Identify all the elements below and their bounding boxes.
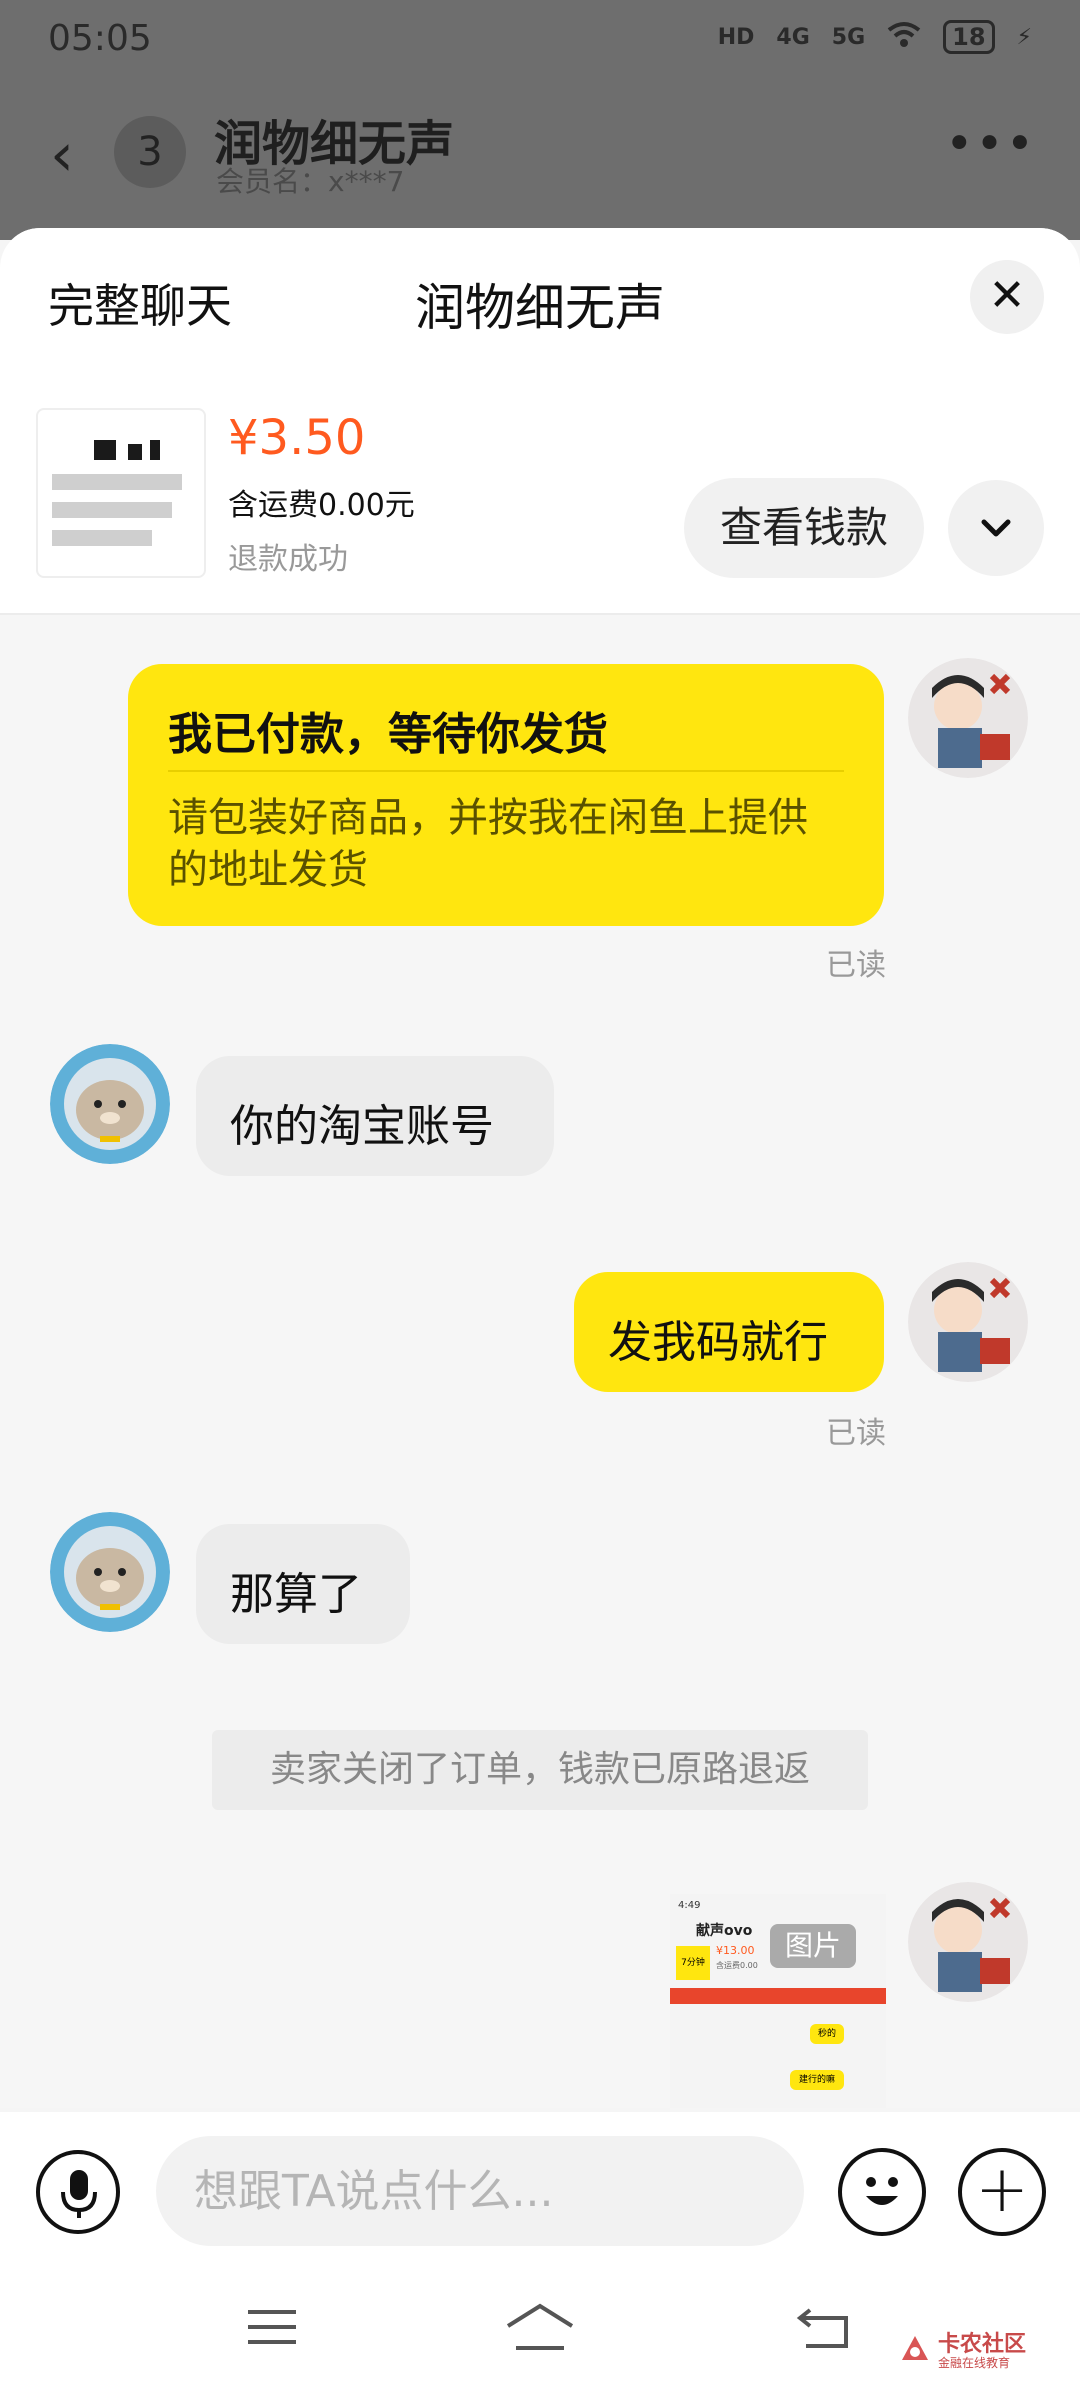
- voice-button[interactable]: [36, 2150, 120, 2234]
- watermark-sub: 金融在线教育: [938, 2356, 1011, 2370]
- home-nav-button[interactable]: [504, 2302, 576, 2358]
- add-button[interactable]: +: [958, 2148, 1046, 2236]
- seller-avatar[interactable]: [50, 1044, 170, 1164]
- message-text: 发我码就行: [608, 1317, 828, 1368]
- thumb-mark: [94, 440, 116, 460]
- back-icon[interactable]: ‹: [50, 120, 74, 190]
- hd-icon: HD: [717, 24, 755, 50]
- thumb-shipping: 含运费0.00: [716, 1961, 758, 1970]
- back-nav-button[interactable]: [796, 2302, 856, 2358]
- more-icon[interactable]: •••: [945, 116, 1036, 172]
- wifi-icon: [887, 20, 921, 54]
- read-receipt: 已读: [826, 1416, 886, 1451]
- thumb-blur: [52, 502, 172, 518]
- chat-bubble-right[interactable]: 发我码就行: [574, 1272, 884, 1392]
- image-message[interactable]: 4:49 献声ovo 7分钟 ¥13.00 含运费0.00 秒的 建行的嘛 图片: [670, 1894, 886, 2108]
- order-price: ¥3.50: [228, 410, 366, 466]
- thumb-banner: [670, 1988, 886, 2004]
- thumb-reply: 建行的嘛: [790, 2070, 844, 2090]
- thumb-name: 献声ovo: [696, 1923, 753, 1939]
- thumb-blur: [52, 474, 182, 490]
- card-divider: [168, 770, 844, 772]
- back-nav-icon: [796, 2308, 848, 2348]
- sheet-title: 润物细无声: [415, 279, 665, 337]
- status-bar: 05:05 HD 4G 5G 18 ⚡: [0, 0, 1080, 84]
- chat-sheet: 完整聊天 润物细无声 ✕ ¥3.50 含运费0.00元 退款成功 查看钱款 我已…: [0, 228, 1080, 2108]
- thumb-mark: [128, 444, 142, 460]
- shipping-fee: 含运费0.00元: [228, 488, 415, 523]
- battery-icon: 18: [943, 20, 995, 54]
- read-receipt: 已读: [826, 948, 886, 983]
- my-avatar[interactable]: [908, 658, 1028, 778]
- member-label: 会员名：x***7: [216, 165, 405, 198]
- message-text: 那算了: [230, 1569, 362, 1620]
- thumb-mark: [150, 440, 160, 460]
- thumb-price: ¥13.00: [716, 1944, 755, 1957]
- background-header: ‹ 3 润物细无声 会员名：x***7 •••: [0, 96, 1080, 206]
- chat-bubble-left[interactable]: 你的淘宝账号: [196, 1056, 554, 1176]
- charging-icon: ⚡: [1016, 24, 1032, 50]
- chat-bubble-left[interactable]: 那算了: [196, 1524, 410, 1644]
- status-icons: HD 4G 5G 18 ⚡: [718, 20, 1032, 54]
- sheet-header: 完整聊天 润物细无声 ✕ ¥3.50 含运费0.00元 退款成功 查看钱款: [0, 228, 1080, 615]
- view-money-button[interactable]: 查看钱款: [684, 478, 924, 578]
- close-icon[interactable]: ✕: [970, 260, 1044, 334]
- smiley-icon: [866, 2177, 898, 2205]
- image-badge: 图片: [770, 1924, 856, 1968]
- thumb-tag: 7分钟: [676, 1946, 710, 1980]
- thumb-blur: [52, 530, 152, 546]
- thumb-reply: 秒的: [810, 2024, 844, 2044]
- watermark-logo: 卡农社区 金融在线教育: [898, 2326, 1058, 2376]
- signal-4g-icon: 4G: [776, 24, 810, 50]
- message-input[interactable]: [156, 2136, 804, 2246]
- system-navigation-bar: 卡农社区 金融在线教育: [0, 2272, 1080, 2408]
- status-time: 05:05: [48, 18, 152, 59]
- order-status: 退款成功: [228, 542, 348, 577]
- signal-5g-icon: 5G: [831, 24, 866, 50]
- seller-avatar[interactable]: [50, 1512, 170, 1632]
- card-description: 请包装好商品，并按我在闲鱼上提供的地址发货: [168, 795, 808, 893]
- unread-count-badge: 3: [114, 116, 186, 188]
- system-message: 卖家关闭了订单，钱款已原路退返: [212, 1730, 868, 1810]
- message-text: 你的淘宝账号: [230, 1101, 494, 1152]
- thumb-time: 4:49: [678, 1900, 701, 1911]
- product-thumbnail[interactable]: [36, 408, 206, 578]
- background-app: 05:05 HD 4G 5G 18 ⚡ ‹ 3 润物细无声 会员名：x***7 …: [0, 0, 1080, 240]
- payment-card-message[interactable]: 我已付款，等待你发货 请包装好商品，并按我在闲鱼上提供的地址发货: [128, 664, 884, 926]
- card-title: 我已付款，等待你发货: [168, 709, 608, 760]
- menu-icon: [248, 2310, 296, 2344]
- input-bar: +: [0, 2112, 1080, 2272]
- menu-nav-button[interactable]: [244, 2302, 300, 2356]
- microphone-icon: [61, 2170, 97, 2218]
- emoji-button[interactable]: [838, 2148, 926, 2236]
- chevron-down-icon: [981, 519, 1011, 537]
- my-avatar[interactable]: [908, 1262, 1028, 1382]
- my-avatar[interactable]: [908, 1882, 1028, 2002]
- home-icon: [506, 2303, 574, 2350]
- expand-button[interactable]: [948, 480, 1044, 576]
